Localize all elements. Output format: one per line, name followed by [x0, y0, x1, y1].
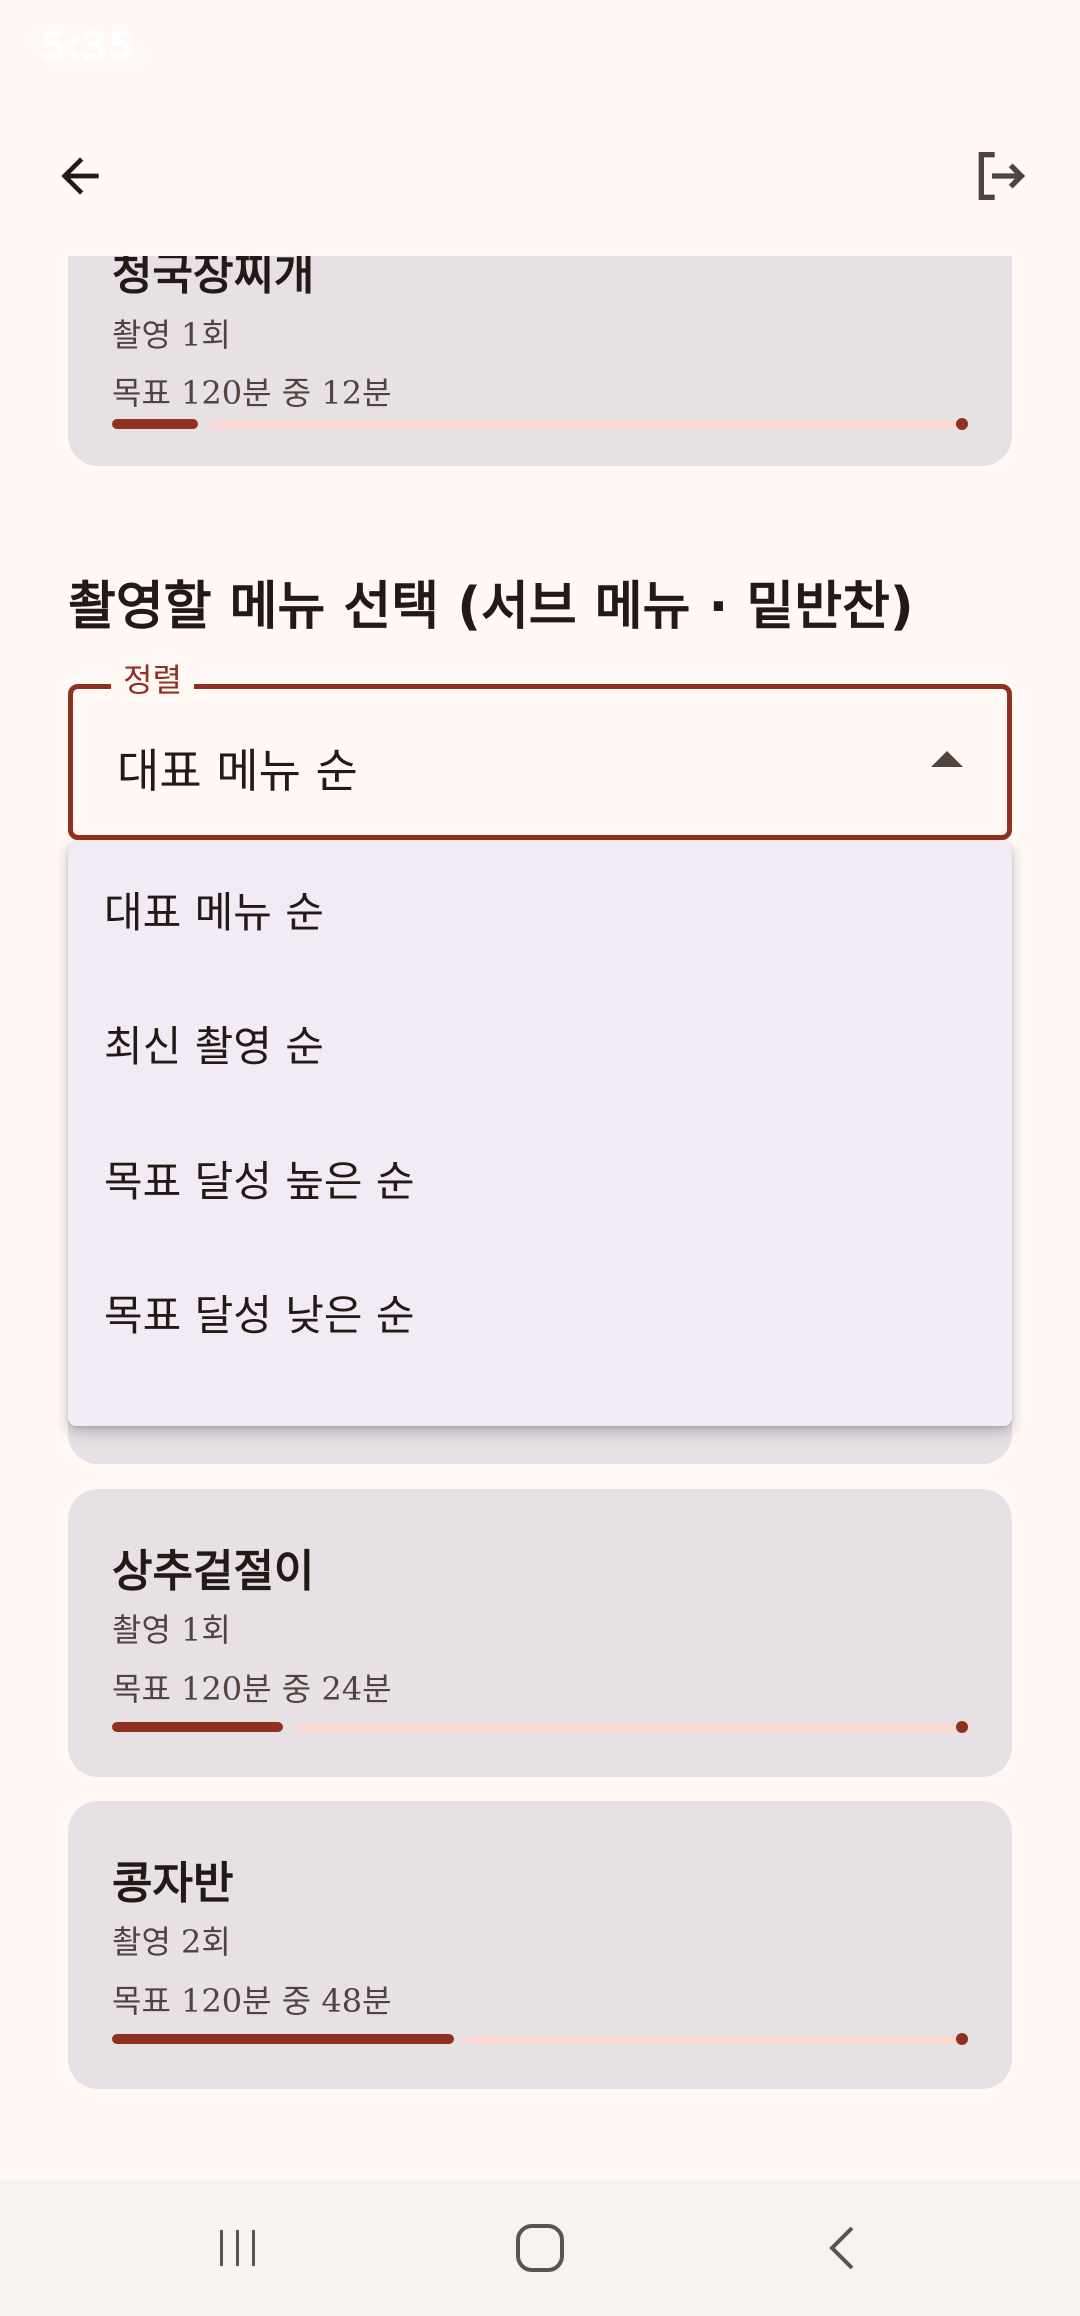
sort-option-label: 목표 달성 낮은 순 — [104, 1290, 415, 1340]
nav-back-button[interactable] — [802, 2208, 882, 2288]
sort-option[interactable]: 목표 달성 낮은 순 — [68, 1245, 1012, 1379]
back-button[interactable] — [30, 126, 130, 226]
status-time: 5:35 — [40, 24, 135, 68]
arrow-back-icon — [61, 157, 99, 195]
menu-card-goal: 목표 120분 중 24분 — [112, 1670, 392, 1708]
progress-end-dot — [956, 418, 968, 430]
sort-option-label: 목표 달성 높은 순 — [104, 1156, 415, 1206]
progress-fill — [112, 1722, 283, 1732]
progress-track — [295, 1724, 968, 1732]
app-screen: 5:35 청국장찌개 촬영 1회 목표 120분 중 12분 촬영할 메뉴 선택… — [0, 0, 1080, 2316]
sort-options-menu: 대표 메뉴 순 최신 촬영 순 목표 달성 높은 순 목표 달성 낮은 순 — [68, 842, 1012, 1426]
progress-end-dot — [956, 2033, 968, 2045]
menu-card[interactable]: 콩자반 촬영 2회 목표 120분 중 48분 — [68, 1801, 1012, 2089]
system-nav-bar — [0, 2180, 1080, 2316]
menu-card-shots: 촬영 1회 — [112, 1611, 231, 1649]
sort-option-label: 최신 촬영 순 — [104, 1021, 324, 1071]
sort-option-label: 대표 메뉴 순 — [104, 887, 324, 937]
menu-card-title: 청국장찌개 — [112, 256, 315, 300]
progress-track — [466, 2036, 968, 2044]
menu-card-progress — [112, 2033, 968, 2045]
recents-button[interactable] — [198, 2208, 278, 2288]
back-chevron-icon — [829, 2226, 854, 2270]
logout-button[interactable] — [950, 126, 1050, 226]
progress-end-dot — [956, 1721, 968, 1733]
content-scroll[interactable]: 청국장찌개 촬영 1회 목표 120분 중 12분 촬영할 메뉴 선택 (서브 … — [0, 256, 1080, 2180]
sort-option[interactable]: 대표 메뉴 순 — [68, 842, 1012, 976]
sort-option[interactable]: 최신 촬영 순 — [68, 976, 1012, 1110]
sort-dropdown[interactable]: 정렬 대표 메뉴 순 — [68, 655, 1012, 840]
sort-option[interactable]: 목표 달성 높은 순 — [68, 1111, 1012, 1245]
progress-track — [210, 421, 968, 429]
menu-card[interactable]: 청국장찌개 촬영 1회 목표 120분 중 12분 — [68, 256, 1012, 466]
progress-fill — [112, 2034, 454, 2044]
menu-card-goal: 목표 120분 중 12분 — [112, 374, 392, 412]
logout-icon — [978, 152, 1026, 200]
menu-card-shots: 촬영 1회 — [112, 316, 231, 354]
menu-card-progress — [112, 418, 968, 430]
sort-label: 정렬 — [111, 655, 194, 701]
menu-card[interactable]: 상추겉절이 촬영 1회 목표 120분 중 24분 — [68, 1489, 1012, 1777]
section-title: 촬영할 메뉴 선택 (서브 메뉴 · 밑반찬) — [68, 577, 914, 637]
menu-card-goal: 목표 120분 중 48분 — [112, 1982, 392, 2020]
menu-card-title: 콩자반 — [112, 1858, 234, 1909]
caret-up-icon — [931, 751, 963, 767]
menu-card-shots: 촬영 2회 — [112, 1923, 231, 1961]
top-app-bar — [0, 96, 1080, 256]
sort-selected-value: 대표 메뉴 순 — [117, 744, 358, 798]
progress-fill — [112, 419, 198, 429]
menu-card-progress — [112, 1721, 968, 1733]
menu-card-title: 상추겉절이 — [112, 1546, 315, 1597]
recents-icon — [220, 2230, 255, 2266]
home-button[interactable] — [500, 2208, 580, 2288]
status-bar: 5:35 — [0, 0, 1080, 96]
home-icon — [516, 2224, 564, 2272]
